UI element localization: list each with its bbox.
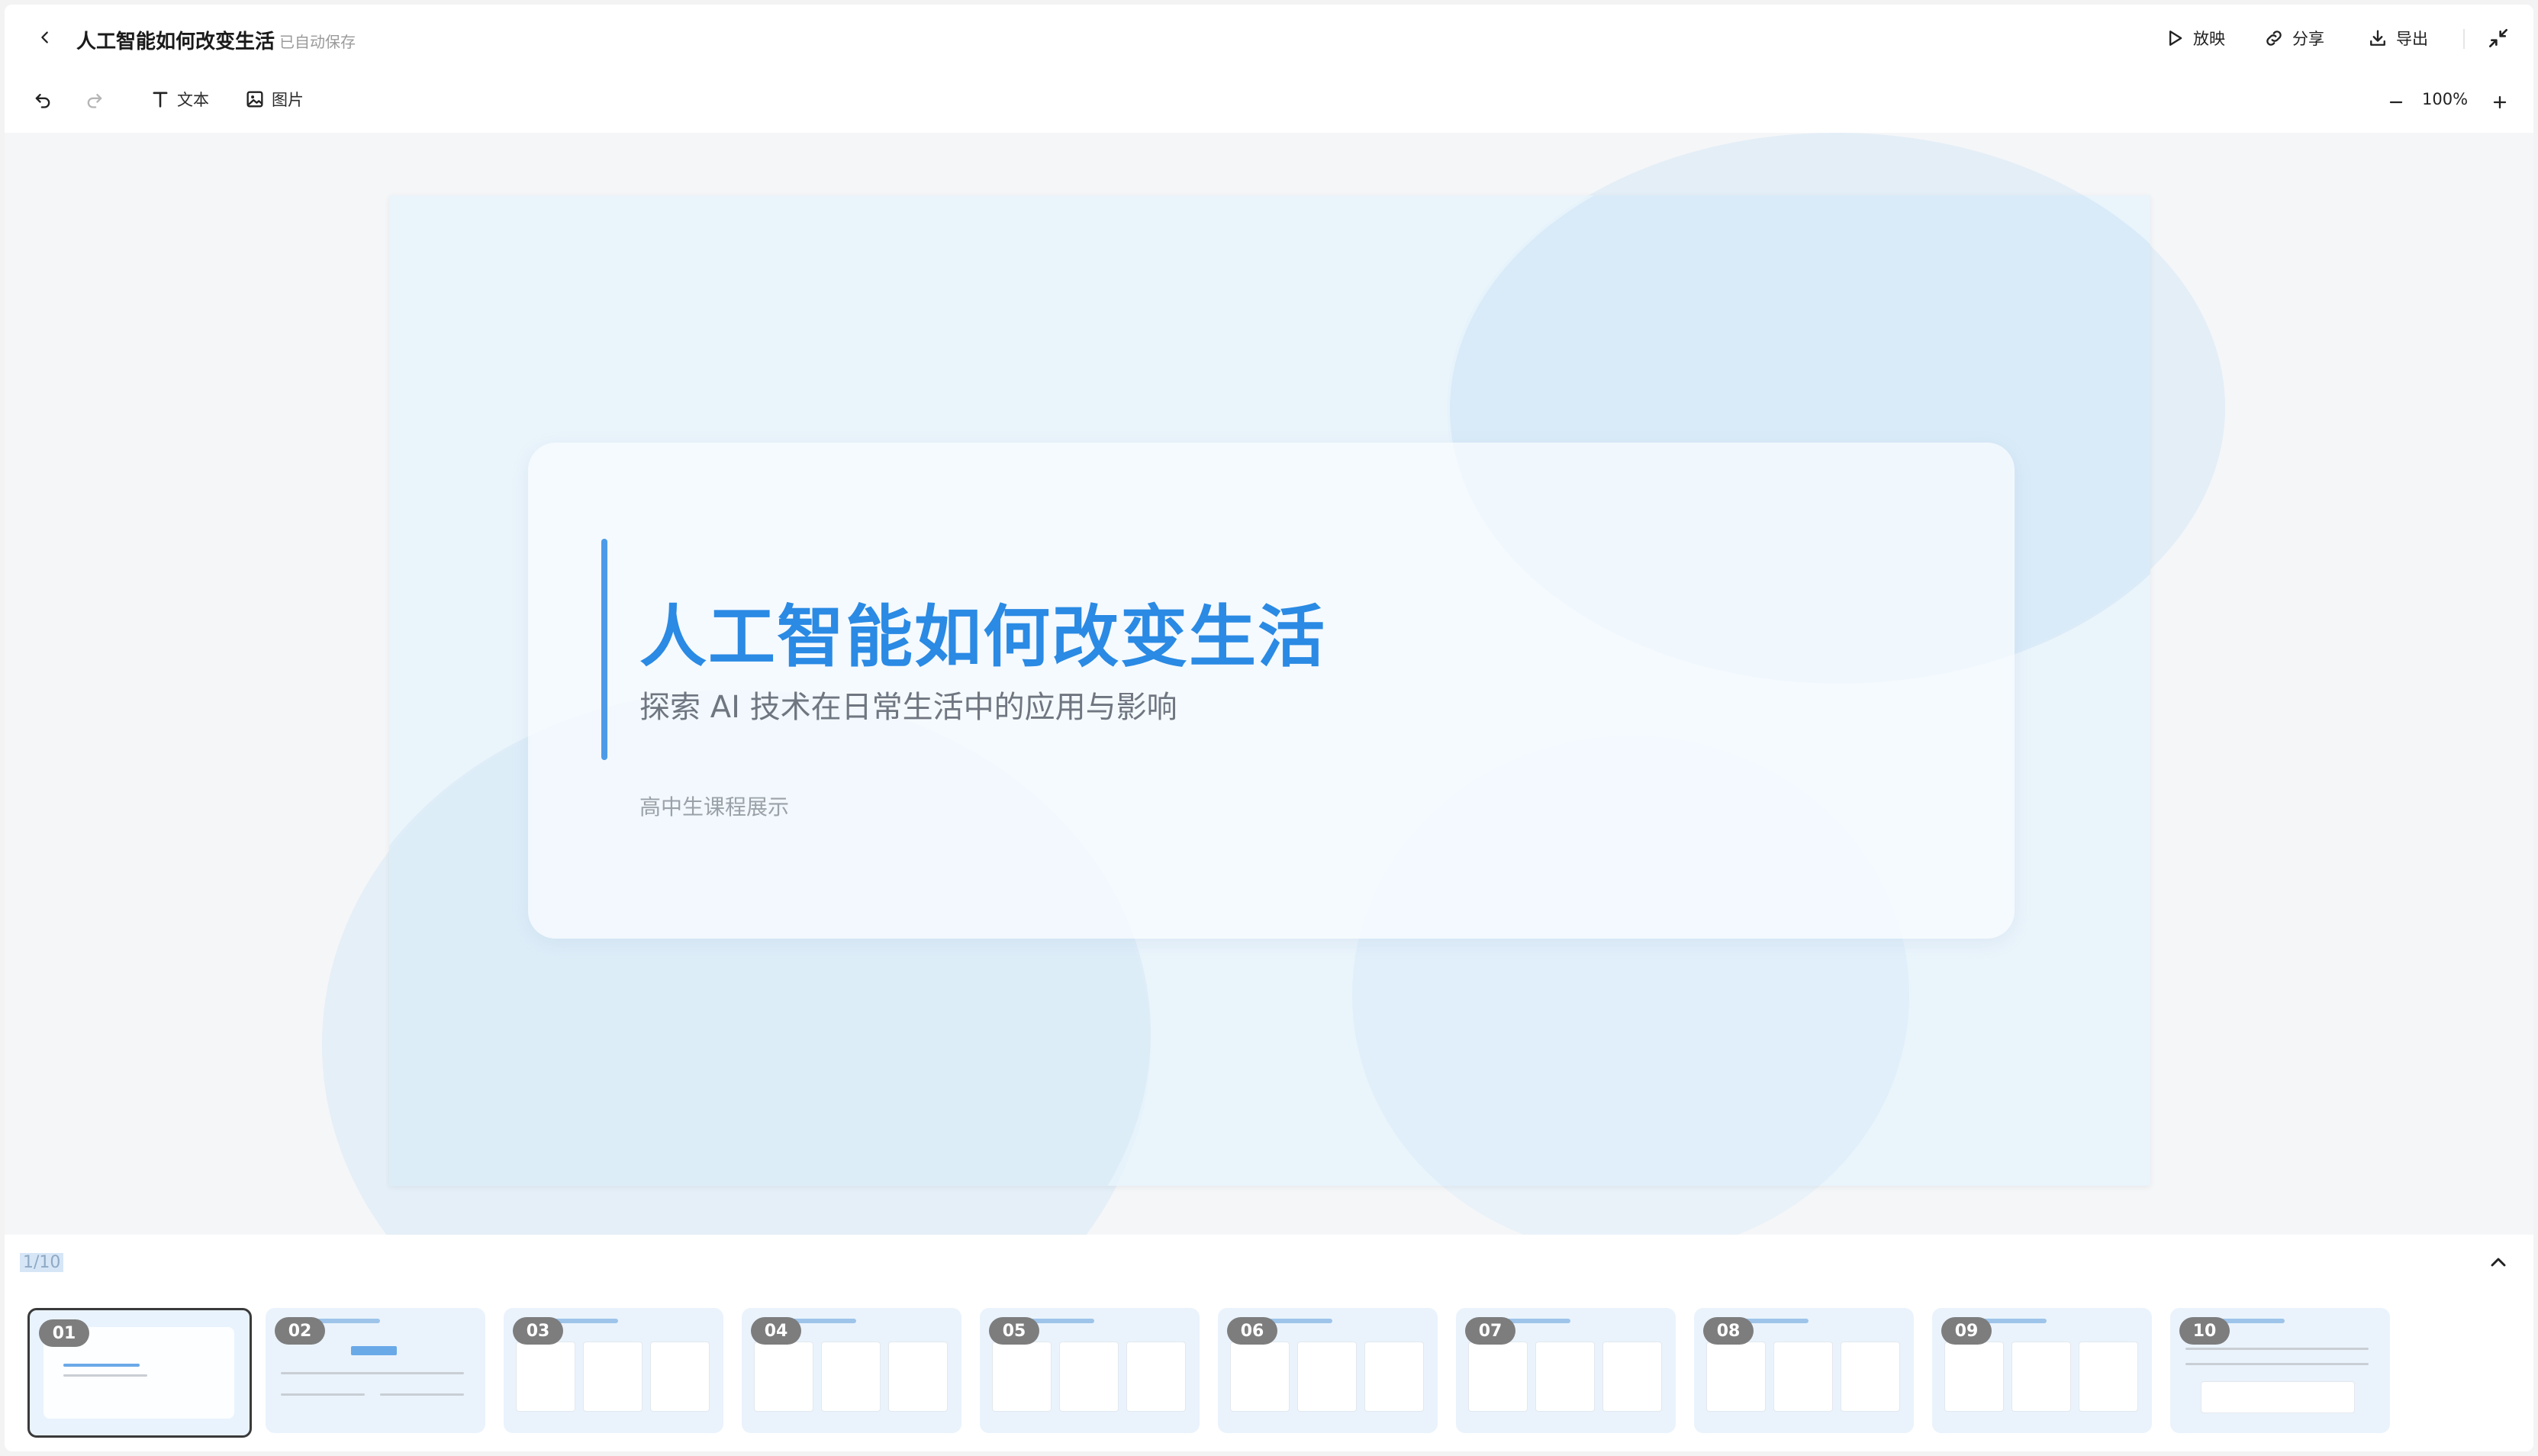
minus-icon bbox=[2389, 101, 2403, 104]
slide-thumbnail[interactable]: 05 bbox=[980, 1308, 1200, 1433]
thumbnail-preview bbox=[1297, 1342, 1357, 1412]
thumbnail-preview bbox=[351, 1346, 397, 1355]
redo-button[interactable] bbox=[84, 84, 105, 114]
thumbnail-number: 06 bbox=[1227, 1317, 1277, 1345]
text-button-label: 文本 bbox=[177, 91, 209, 109]
thumbnail-preview bbox=[821, 1342, 881, 1412]
current-slide[interactable]: 人工智能如何改变生活 探索 AI 技术在日常生活中的应用与影响 高中生课程展示 bbox=[389, 195, 2150, 1186]
thumbnail-preview bbox=[63, 1374, 147, 1377]
share-button[interactable]: 分享 bbox=[2263, 24, 2324, 52]
thumbnail-preview bbox=[1944, 1342, 2004, 1412]
present-button[interactable]: 放映 bbox=[2164, 24, 2225, 52]
thumbnail-number: 04 bbox=[751, 1317, 801, 1345]
thumbnail-preview bbox=[1230, 1342, 1290, 1412]
slide-thumbnail[interactable]: 10 bbox=[2170, 1308, 2390, 1433]
undo-icon bbox=[35, 94, 50, 108]
thumbnail-preview bbox=[1468, 1342, 1528, 1412]
minimize-icon bbox=[2489, 29, 2507, 47]
undo-button[interactable] bbox=[32, 84, 53, 114]
slide-thumbnail[interactable]: 03 bbox=[504, 1308, 723, 1433]
slide-thumbnail[interactable]: 01 bbox=[27, 1308, 252, 1438]
thumbnail-preview bbox=[1602, 1342, 1662, 1412]
thumbnail-preview bbox=[281, 1393, 365, 1396]
present-label: 放映 bbox=[2193, 30, 2225, 48]
thumbnail-preview bbox=[992, 1342, 1052, 1412]
thumbnail-preview bbox=[1126, 1342, 1186, 1412]
thumbnail-number: 03 bbox=[513, 1317, 563, 1345]
play-icon bbox=[2169, 31, 2182, 46]
thumbnail-preview bbox=[63, 1364, 140, 1367]
text-icon bbox=[153, 92, 168, 108]
thumbnail-preview bbox=[2011, 1342, 2071, 1412]
thumbnail-preview bbox=[2185, 1348, 2369, 1350]
thumbnail-preview bbox=[1059, 1342, 1119, 1412]
zoom-level: 100% bbox=[2422, 90, 2469, 108]
back-button[interactable] bbox=[35, 27, 55, 47]
slide-thumbnail[interactable]: 06 bbox=[1218, 1308, 1438, 1433]
thumbnail-number: 02 bbox=[275, 1317, 325, 1345]
thumbnail-preview bbox=[754, 1342, 813, 1412]
thumbnail-preview bbox=[1535, 1342, 1595, 1412]
editor-window: 人工智能如何改变生活 已自动保存 放映 分享 导出 文本 图片 100% 人工智… bbox=[5, 5, 2533, 1451]
title-accent-bar bbox=[601, 539, 607, 760]
thumbnail-preview bbox=[380, 1393, 464, 1396]
header-bar: 人工智能如何改变生活 已自动保存 放映 分享 导出 bbox=[5, 5, 2533, 69]
thumbnail-number: 01 bbox=[39, 1319, 89, 1347]
thumbnail-preview bbox=[1364, 1342, 1424, 1412]
page-counter: 1/10 bbox=[20, 1253, 64, 1272]
plus-icon bbox=[2493, 95, 2507, 109]
slide-thumbnail[interactable]: 02 bbox=[266, 1308, 485, 1433]
slide-subtitle[interactable]: 探索 AI 技术在日常生活中的应用与影响 bbox=[639, 687, 1204, 728]
slide-filmstrip: 1/10 01 02 03 04 05 06 07 08 09 10 bbox=[5, 1235, 2533, 1451]
thumbnail-number: 05 bbox=[989, 1317, 1039, 1345]
link-icon bbox=[2266, 31, 2282, 46]
chevron-up-icon bbox=[2491, 1258, 2506, 1267]
zoom-out-button[interactable] bbox=[2385, 92, 2407, 113]
document-title[interactable]: 人工智能如何改变生活 bbox=[76, 26, 275, 54]
save-status: 已自动保存 bbox=[279, 33, 356, 51]
thumbnail-preview bbox=[2185, 1363, 2369, 1365]
thumbnail-preview bbox=[1841, 1342, 1900, 1412]
thumbnail-number: 09 bbox=[1941, 1317, 1992, 1345]
filmstrip-toggle-button[interactable] bbox=[2486, 1250, 2511, 1274]
slide-meta[interactable]: 高中生课程展示 bbox=[639, 791, 789, 821]
slide-thumbnail[interactable]: 09 bbox=[1932, 1308, 2152, 1433]
thumbnail-preview bbox=[1706, 1342, 1766, 1412]
thumbnail-preview bbox=[1773, 1342, 1833, 1412]
collapse-button[interactable] bbox=[2486, 26, 2511, 50]
download-icon bbox=[2370, 30, 2385, 46]
slide-title[interactable]: 人工智能如何改变生活 bbox=[639, 583, 1326, 680]
slide-thumbnail[interactable]: 07 bbox=[1456, 1308, 1676, 1433]
title-card[interactable]: 人工智能如何改变生活 探索 AI 技术在日常生活中的应用与影响 高中生课程展示 bbox=[528, 443, 2015, 939]
editor-toolbar: 文本 图片 100% bbox=[5, 69, 2533, 133]
zoom-in-button[interactable] bbox=[2489, 92, 2511, 113]
thumbnail-number: 07 bbox=[1465, 1317, 1515, 1345]
chevron-left-icon bbox=[41, 31, 48, 43]
insert-text-button[interactable]: 文本 bbox=[150, 84, 209, 114]
thumbnail-preview bbox=[888, 1342, 948, 1412]
thumbnail-preview bbox=[516, 1342, 575, 1412]
export-button[interactable]: 导出 bbox=[2367, 24, 2428, 52]
thumbnail-preview bbox=[2079, 1342, 2138, 1412]
slide-canvas[interactable]: 人工智能如何改变生活 探索 AI 技术在日常生活中的应用与影响 高中生课程展示 bbox=[5, 133, 2533, 1235]
share-label: 分享 bbox=[2292, 30, 2324, 48]
thumbnail-preview bbox=[650, 1342, 710, 1412]
thumbnail-preview bbox=[2201, 1381, 2355, 1413]
header-divider bbox=[2463, 29, 2465, 49]
thumbnail-preview bbox=[583, 1342, 643, 1412]
image-button-label: 图片 bbox=[272, 91, 304, 109]
insert-image-button[interactable]: 图片 bbox=[244, 84, 304, 114]
export-label: 导出 bbox=[2396, 30, 2428, 48]
slide-thumbnail[interactable]: 04 bbox=[742, 1308, 961, 1433]
redo-icon bbox=[87, 94, 102, 108]
thumbnail-preview bbox=[281, 1372, 464, 1374]
thumbnail-number: 08 bbox=[1703, 1317, 1754, 1345]
image-icon bbox=[246, 91, 263, 108]
slide-thumbnail[interactable]: 08 bbox=[1694, 1308, 1914, 1433]
thumbnail-number: 10 bbox=[2179, 1317, 2230, 1345]
